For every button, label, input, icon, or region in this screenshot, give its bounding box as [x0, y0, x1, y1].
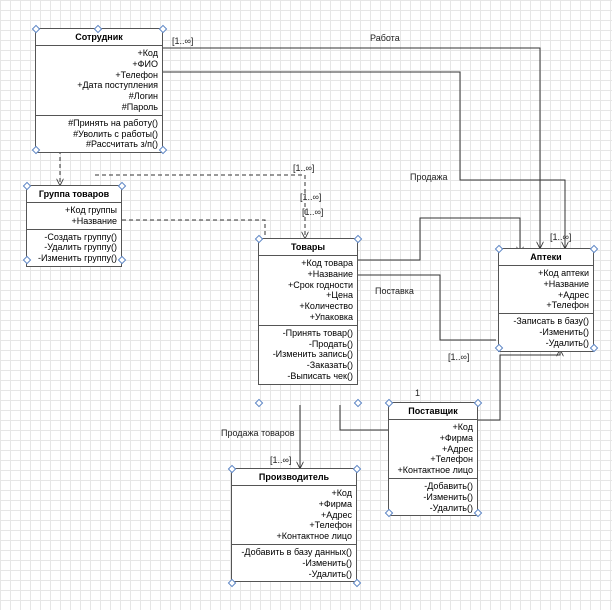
mult-group-goods: [1..∞]	[293, 163, 314, 173]
class-supplier-ops: -Добавить() -Изменить() -Удалить()	[389, 479, 477, 515]
attr-row: +Код группы	[65, 205, 117, 216]
op-row: -Удалить()	[309, 569, 352, 580]
op-row: -Изменить()	[539, 327, 589, 338]
op-row: -Изменить группу()	[38, 253, 117, 264]
class-supplier[interactable]: Поставщик +Код +Фирма +Адрес +Телефон +К…	[388, 402, 478, 516]
attr-row: +Код аптеки	[538, 268, 589, 279]
mult-delivery-2: [1..∞]	[448, 352, 469, 362]
class-employee-ops: #Принять на работу() #Уволить с работы()…	[36, 116, 162, 152]
op-row: #Уволить с работы()	[73, 129, 158, 140]
class-pharmacies[interactable]: Аптеки +Код аптеки +Название +Адрес +Тел…	[498, 248, 594, 352]
op-row: -Выписать чек()	[287, 371, 353, 382]
class-pharmacies-ops: -Записать в базу() -Изменить() -Удалить(…	[499, 314, 593, 350]
class-product-group-ops: -Создать группу() -Удалить группу() -Изм…	[27, 230, 121, 266]
attr-row: +Код	[137, 48, 158, 59]
selection-handle[interactable]	[353, 579, 361, 587]
op-row: -Изменить запись()	[273, 349, 353, 360]
class-product-group[interactable]: Группа товаров +Код группы +Название -Со…	[26, 185, 122, 267]
class-employee[interactable]: Сотрудник +Код +ФИО +Телефон +Дата посту…	[35, 28, 163, 153]
op-row: -Заказать()	[307, 360, 353, 371]
attr-row: +Телефон	[309, 520, 352, 531]
assoc-work	[163, 48, 540, 248]
attr-row: +Название	[544, 279, 589, 290]
op-row: -Изменить()	[423, 492, 473, 503]
assoc-group-goods	[122, 220, 265, 245]
selection-handle[interactable]	[354, 399, 362, 407]
op-row: -Добавить()	[424, 481, 473, 492]
op-row: -Удалить()	[430, 503, 473, 514]
diagram-canvas[interactable]: Работа [1..∞] [1..∞] Продажа [1..∞] [1..…	[0, 0, 612, 610]
class-product-group-attrs: +Код группы +Название	[27, 203, 121, 230]
class-manufacturer[interactable]: Производитель +Код +Фирма +Адрес +Телефо…	[231, 468, 357, 582]
op-row: -Создать группу()	[44, 232, 117, 243]
class-product-group-title: Группа товаров	[27, 186, 121, 203]
attr-row: +Срок годности	[288, 280, 353, 291]
mult-supplier-one: 1	[415, 388, 420, 398]
assoc-delivery	[358, 218, 520, 260]
op-row: #Рассчитать з/п()	[86, 139, 158, 150]
attr-row: +Код	[452, 422, 473, 433]
attr-row: +Адрес	[321, 510, 352, 521]
label-work: Работа	[370, 33, 400, 43]
attr-row: +Количество	[299, 301, 353, 312]
class-goods-ops: -Принять товар() -Продать() -Изменить за…	[259, 326, 357, 384]
label-sale: Продажа	[410, 172, 448, 182]
op-row: -Записать в базу()	[513, 316, 589, 327]
label-delivery: Поставка	[375, 286, 414, 296]
attr-row: +Телефон	[546, 300, 589, 311]
assoc-goods-pharmacy-extra	[358, 275, 496, 340]
class-goods[interactable]: Товары +Код товара +Название +Срок годно…	[258, 238, 358, 385]
op-row: -Изменить()	[302, 558, 352, 569]
label-goods-sale: Продажа товаров	[221, 428, 295, 438]
class-goods-attrs: +Код товара +Название +Срок годности +Це…	[259, 256, 357, 326]
attr-row: +Упаковка	[310, 312, 353, 323]
op-row: #Принять на работу()	[68, 118, 158, 129]
attr-row: +Адрес	[442, 444, 473, 455]
attr-row: +Название	[72, 216, 117, 227]
mult-work-2: [1..∞]	[550, 232, 571, 242]
attr-row: +Адрес	[558, 290, 589, 301]
attr-row: +Фирма	[440, 433, 473, 444]
mult-sale-2: [1..∞]	[302, 207, 323, 217]
attr-row: +Контактное лицо	[398, 465, 473, 476]
class-manufacturer-attrs: +Код +Фирма +Адрес +Телефон +Контактное …	[232, 486, 356, 545]
assoc-emp-goods-dep	[95, 175, 305, 238]
class-employee-attrs: +Код +ФИО +Телефон +Дата поступления #Ло…	[36, 46, 162, 116]
assoc-supplier-pharmacy	[478, 350, 560, 420]
mult-sale-1: [1..∞]	[300, 192, 321, 202]
class-manufacturer-ops: -Добавить в базу данных() -Изменить() -У…	[232, 545, 356, 581]
attr-row: +Телефон	[430, 454, 473, 465]
attr-row: #Логин	[129, 91, 158, 102]
class-supplier-title: Поставщик	[389, 403, 477, 420]
attr-row: +Телефон	[115, 70, 158, 81]
attr-row: +Фирма	[319, 499, 352, 510]
selection-handle[interactable]	[255, 399, 263, 407]
assoc-sale	[163, 72, 565, 248]
attr-row: +Дата поступления	[77, 80, 158, 91]
class-goods-title: Товары	[259, 239, 357, 256]
class-manufacturer-title: Производитель	[232, 469, 356, 486]
attr-row: +Контактное лицо	[277, 531, 352, 542]
class-pharmacies-title: Аптеки	[499, 249, 593, 266]
op-row: -Удалить()	[546, 338, 589, 349]
op-row: -Продать()	[309, 339, 353, 350]
op-row: -Удалить группу()	[44, 242, 117, 253]
attr-row: +Код товара	[301, 258, 353, 269]
class-supplier-attrs: +Код +Фирма +Адрес +Телефон +Контактное …	[389, 420, 477, 479]
attr-row: #Пароль	[122, 102, 158, 113]
attr-row: +Код	[331, 488, 352, 499]
attr-row: +Цена	[326, 290, 353, 301]
op-row: -Добавить в базу данных()	[241, 547, 352, 558]
mult-goods-sale: [1..∞]	[270, 455, 291, 465]
op-row: -Принять товар()	[283, 328, 353, 339]
class-pharmacies-attrs: +Код аптеки +Название +Адрес +Телефон	[499, 266, 593, 314]
mult-work-1: [1..∞]	[172, 36, 193, 46]
attr-row: +Название	[308, 269, 353, 280]
attr-row: +ФИО	[132, 59, 158, 70]
